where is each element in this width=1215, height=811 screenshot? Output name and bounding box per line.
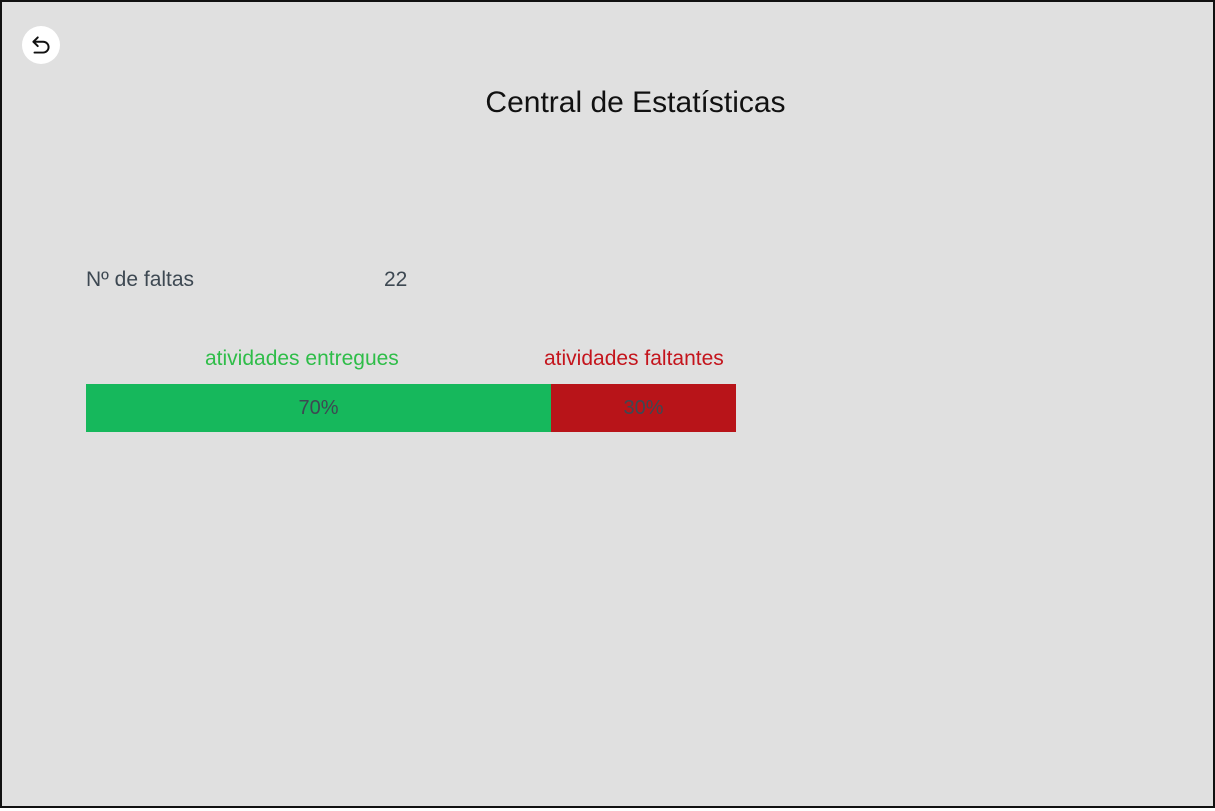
absences-label: Nº de faltas <box>86 268 195 291</box>
back-arrow-icon <box>32 36 50 54</box>
delivered-percent: 70% <box>298 396 339 419</box>
app-window: Central de Estatísticas Nº de faltas 22 … <box>0 0 1215 808</box>
back-button[interactable] <box>22 26 60 64</box>
delivered-activities-label: atividades entregues <box>205 347 399 370</box>
page-title: Central de Estatísticas <box>485 86 786 119</box>
missing-percent: 30% <box>623 396 664 419</box>
activities-progress-bar: 70% 30% <box>86 384 736 432</box>
delivered-segment: 70% <box>86 384 551 432</box>
missing-segment: 30% <box>551 384 736 432</box>
absences-value: 22 <box>384 268 408 291</box>
missing-activities-label: atividades faltantes <box>544 347 724 370</box>
